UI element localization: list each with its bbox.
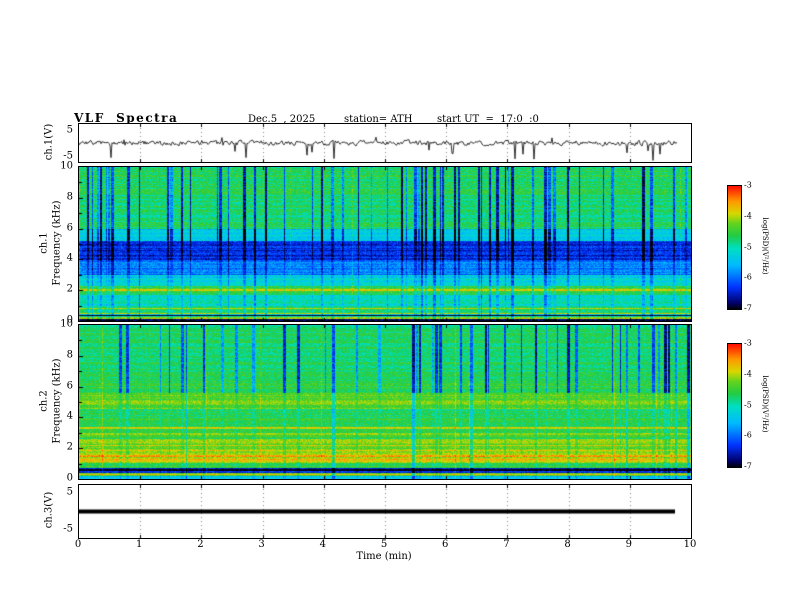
vlf-spectra-figure: VLF Spectra Dec.5 , 2025 station= ATH st…	[0, 0, 792, 612]
frequency-tick-label: 2	[66, 441, 73, 453]
x-tick-label: 0	[74, 539, 82, 550]
x-tick-label: 5	[380, 539, 388, 550]
ch2-spectrogram-panel	[78, 324, 692, 480]
colorbar-tick-label: -7	[744, 303, 752, 313]
frequency-tick-label: 8	[66, 191, 73, 203]
frequency-tick-label: 4	[66, 410, 73, 422]
frequency-tick-label: 2	[66, 283, 73, 295]
x-tick-label: 7	[503, 539, 510, 550]
x-tick-label: 1	[136, 539, 143, 550]
ch2-spec-channel-label: ch.2	[38, 390, 50, 412]
colorbar-tick-label: -3	[744, 180, 752, 190]
colorbar-ch2	[727, 343, 742, 468]
colorbar-tick-label: -3	[744, 338, 752, 348]
colorbar-ch2-canvas	[728, 344, 741, 467]
frequency-tick-label: 10	[60, 160, 73, 172]
ch1-spectrogram-panel	[78, 166, 692, 322]
ch1-spectrogram-canvas	[79, 167, 691, 321]
x-tick-label: 10	[683, 539, 697, 550]
frequency-tick-label: 6	[66, 380, 73, 392]
voltage-tick-label: 5	[66, 124, 73, 136]
colorbar-tick-label: -4	[744, 211, 752, 221]
frequency-tick-label: 0	[66, 472, 73, 484]
colorbar-tick-label: -4	[744, 369, 752, 379]
frequency-tick-label: 4	[66, 252, 73, 264]
x-tick-label: 3	[258, 539, 265, 550]
ch2-spec-frequency-axis-label: Frequency (kHz)	[51, 358, 63, 444]
colorbar-ch1-canvas	[728, 186, 741, 309]
ch1-waveform-canvas	[79, 124, 691, 162]
voltage-tick-label: -5	[63, 150, 73, 162]
colorbar-ch2-label: log(PSD)(V²/Hz)	[761, 375, 769, 433]
colorbar-ch1	[727, 185, 742, 310]
ch1-waveform-panel	[78, 123, 692, 163]
ch1-spec-frequency-axis-label: Frequency (kHz)	[51, 200, 63, 286]
x-tick-label: 2	[197, 539, 204, 550]
x-tick-label: 6	[442, 539, 449, 550]
colorbar-tick-label: -7	[744, 461, 752, 471]
ch3-waveform-panel	[78, 484, 692, 539]
ch3-waveform-canvas	[79, 485, 691, 538]
ch1-spec-channel-label: ch.1	[38, 232, 50, 254]
x-tick-label: 9	[625, 539, 632, 550]
colorbar-tick-label: -6	[744, 430, 752, 440]
ch2-spectrogram-canvas	[79, 325, 691, 479]
frequency-tick-label: 6	[66, 222, 73, 234]
colorbar-tick-label: -5	[744, 400, 752, 409]
frequency-tick-label: 10	[60, 318, 73, 330]
x-tick-label: 8	[564, 539, 571, 550]
voltage-tick-label: 5	[66, 486, 73, 498]
x-tick-label: 4	[319, 539, 326, 550]
colorbar-tick-label: -5	[744, 242, 752, 251]
voltage-tick-label: -5	[63, 523, 73, 535]
colorbar-ch1-label: log(PSD)(V²/Hz)	[761, 217, 769, 275]
colorbar-tick-label: -6	[744, 272, 752, 282]
time-axis-label: Time (min)	[356, 551, 412, 562]
frequency-tick-label: 8	[66, 349, 73, 361]
